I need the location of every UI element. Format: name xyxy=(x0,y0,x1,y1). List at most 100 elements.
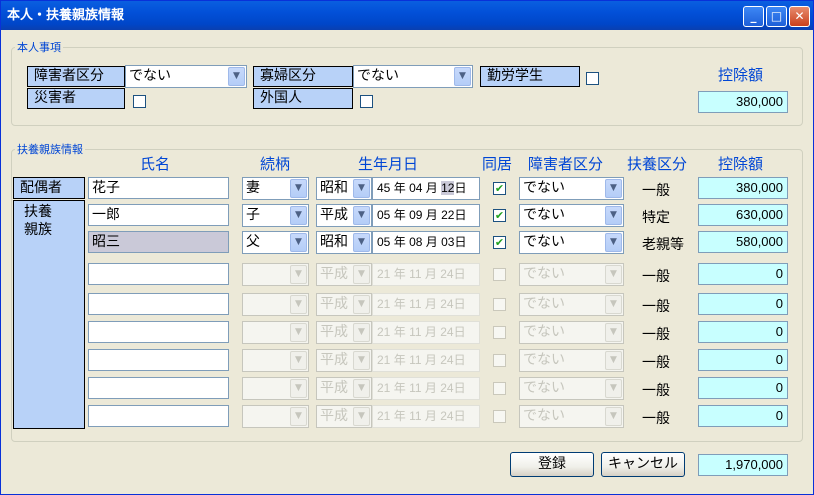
birthdate-input[interactable]: 45 年 04 月 12日 xyxy=(372,177,480,200)
dependent-disability-select[interactable]: でない ▼ xyxy=(519,405,624,428)
relation-select[interactable]: 妻 ▼ xyxy=(242,177,309,200)
working-student-checkbox[interactable] xyxy=(586,72,599,85)
chevron-down-icon[interactable]: ▼ xyxy=(290,179,307,198)
chevron-down-icon[interactable]: ▼ xyxy=(353,179,370,198)
birthdate-input[interactable]: 05 年 08 月 03日 xyxy=(372,231,480,254)
dependent-name-input[interactable]: 一郎 xyxy=(88,204,229,226)
chevron-down-icon[interactable]: ▼ xyxy=(454,67,471,86)
dependent-disability-select[interactable]: でない ▼ xyxy=(519,293,624,316)
close-icon[interactable]: ✕ xyxy=(789,6,810,27)
cohabit-checkbox[interactable] xyxy=(493,382,506,395)
era-select[interactable]: 昭和 ▼ xyxy=(316,177,372,200)
birthdate-input[interactable]: 21 年 11 月 24日 xyxy=(372,321,480,344)
cohabit-checkbox[interactable]: ✔ xyxy=(493,182,506,195)
chevron-down-icon[interactable]: ▼ xyxy=(290,233,307,252)
month-unit: 月 xyxy=(425,235,438,249)
chevron-down-icon[interactable]: ▼ xyxy=(290,295,307,314)
chevron-down-icon[interactable]: ▼ xyxy=(290,323,307,342)
era-select[interactable]: 平成 ▼ xyxy=(316,349,372,372)
cohabit-checkbox[interactable] xyxy=(493,268,506,281)
birthdate-input[interactable]: 21 年 11 月 24日 xyxy=(372,377,480,400)
relation-select[interactable]: ▼ xyxy=(242,377,309,400)
relation-select[interactable]: ▼ xyxy=(242,405,309,428)
cohabit-checkbox[interactable] xyxy=(493,298,506,311)
dependent-name-input[interactable] xyxy=(88,405,229,427)
chevron-down-icon[interactable]: ▼ xyxy=(605,407,622,426)
chevron-down-icon[interactable]: ▼ xyxy=(290,265,307,284)
chevron-down-icon[interactable]: ▼ xyxy=(353,407,370,426)
chevron-down-icon[interactable]: ▼ xyxy=(605,179,622,198)
self-disability-select[interactable]: でない ▼ xyxy=(125,65,247,88)
disability-value: でない xyxy=(523,180,565,196)
chevron-down-icon[interactable]: ▼ xyxy=(228,67,245,86)
dependent-name-input[interactable] xyxy=(88,263,229,285)
maximize-icon[interactable]: □ xyxy=(766,6,787,27)
chevron-down-icon[interactable]: ▼ xyxy=(353,233,370,252)
dependent-disability-select[interactable]: でない ▼ xyxy=(519,204,624,227)
relation-select[interactable]: ▼ xyxy=(242,321,309,344)
chevron-down-icon[interactable]: ▼ xyxy=(290,407,307,426)
chevron-down-icon[interactable]: ▼ xyxy=(605,265,622,284)
chevron-down-icon[interactable]: ▼ xyxy=(290,206,307,225)
cohabit-checkbox[interactable] xyxy=(493,354,506,367)
day-unit: 日 xyxy=(454,235,467,249)
chevron-down-icon[interactable]: ▼ xyxy=(605,206,622,225)
birthdate-input[interactable]: 21 年 11 月 24日 xyxy=(372,263,480,286)
relation-select[interactable]: ▼ xyxy=(242,293,309,316)
chevron-down-icon[interactable]: ▼ xyxy=(605,233,622,252)
chevron-down-icon[interactable]: ▼ xyxy=(605,379,622,398)
chevron-down-icon[interactable]: ▼ xyxy=(353,295,370,314)
minimize-icon[interactable]: _ xyxy=(743,6,764,27)
dependent-name-input[interactable] xyxy=(88,377,229,399)
chevron-down-icon[interactable]: ▼ xyxy=(353,323,370,342)
chevron-down-icon[interactable]: ▼ xyxy=(605,295,622,314)
disaster-checkbox[interactable] xyxy=(133,95,146,108)
self-widow-select[interactable]: でない ▼ xyxy=(353,65,473,88)
chevron-down-icon[interactable]: ▼ xyxy=(605,351,622,370)
dependent-disability-select[interactable]: でない ▼ xyxy=(519,177,624,200)
birthdate-input[interactable]: 21 年 11 月 24日 xyxy=(372,405,480,428)
dependent-name-input[interactable]: 花子 xyxy=(88,177,229,199)
chevron-down-icon[interactable]: ▼ xyxy=(290,351,307,370)
month-unit: 月 xyxy=(424,381,437,395)
cohabit-checkbox[interactable]: ✔ xyxy=(493,209,506,222)
era-select[interactable]: 平成 ▼ xyxy=(316,321,372,344)
dependent-name-input[interactable] xyxy=(88,321,229,343)
era-select[interactable]: 平成 ▼ xyxy=(316,405,372,428)
dependent-deduction-amount: 630,000 xyxy=(698,204,788,226)
dependent-disability-select[interactable]: でない ▼ xyxy=(519,263,624,286)
chevron-down-icon[interactable]: ▼ xyxy=(353,265,370,284)
cohabit-checkbox[interactable]: ✔ xyxy=(493,236,506,249)
cancel-button[interactable]: キャンセル xyxy=(601,452,685,477)
birthdate-input[interactable]: 21 年 11 月 24日 xyxy=(372,349,480,372)
dependent-name-input[interactable] xyxy=(88,293,229,315)
dependent-disability-select[interactable]: でない ▼ xyxy=(519,231,624,254)
chevron-down-icon[interactable]: ▼ xyxy=(290,379,307,398)
relation-select[interactable]: ▼ xyxy=(242,263,309,286)
month-unit: 月 xyxy=(425,208,438,222)
title-bar[interactable]: 本人・扶養親族情報 _ □ ✕ xyxy=(1,1,813,30)
dependent-name-input[interactable] xyxy=(88,349,229,371)
cohabit-checkbox[interactable] xyxy=(493,326,506,339)
relation-select[interactable]: ▼ xyxy=(242,349,309,372)
foreigner-checkbox[interactable] xyxy=(360,95,373,108)
era-select[interactable]: 平成 ▼ xyxy=(316,204,372,227)
dependent-disability-select[interactable]: でない ▼ xyxy=(519,321,624,344)
cohabit-checkbox[interactable] xyxy=(493,410,506,423)
era-select[interactable]: 昭和 ▼ xyxy=(316,231,372,254)
era-select[interactable]: 平成 ▼ xyxy=(316,263,372,286)
register-button[interactable]: 登録 xyxy=(510,452,594,477)
birthdate-input[interactable]: 21 年 11 月 24日 xyxy=(372,293,480,316)
chevron-down-icon[interactable]: ▼ xyxy=(605,323,622,342)
birthdate-input[interactable]: 05 年 09 月 22日 xyxy=(372,204,480,227)
relation-select[interactable]: 子 ▼ xyxy=(242,204,309,227)
dependent-disability-select[interactable]: でない ▼ xyxy=(519,349,624,372)
era-select[interactable]: 平成 ▼ xyxy=(316,377,372,400)
chevron-down-icon[interactable]: ▼ xyxy=(353,351,370,370)
chevron-down-icon[interactable]: ▼ xyxy=(353,206,370,225)
relation-select[interactable]: 父 ▼ xyxy=(242,231,309,254)
dependent-name-input[interactable]: 昭三 xyxy=(88,231,229,253)
era-select[interactable]: 平成 ▼ xyxy=(316,293,372,316)
chevron-down-icon[interactable]: ▼ xyxy=(353,379,370,398)
dependent-disability-select[interactable]: でない ▼ xyxy=(519,377,624,400)
